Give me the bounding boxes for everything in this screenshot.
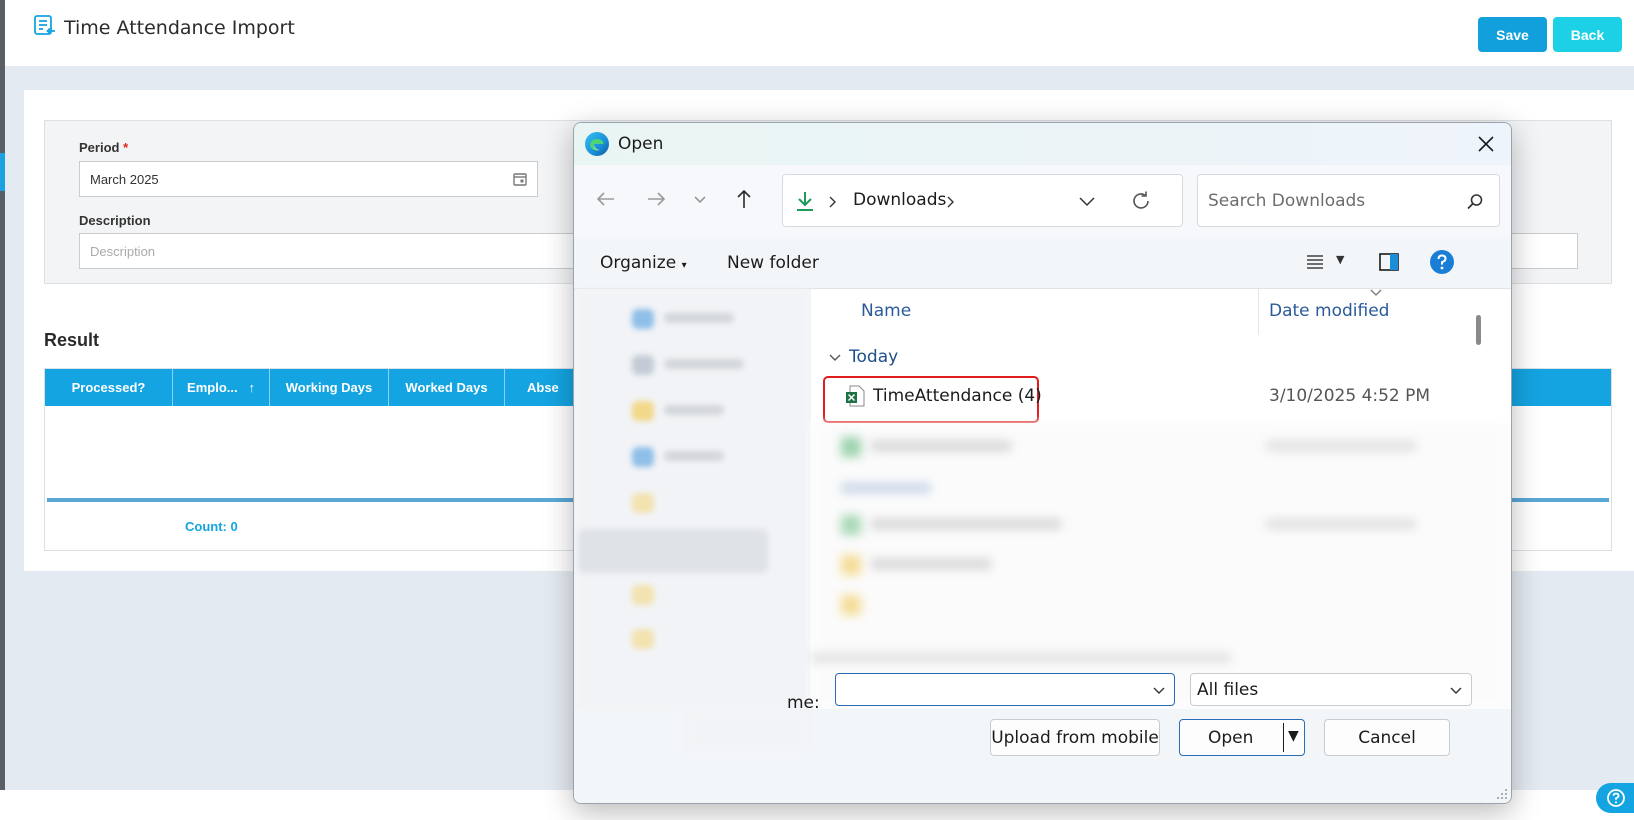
command-bar: Organize ▾ New folder ▼: [574, 237, 1511, 289]
file-type-select[interactable]: All files: [1190, 673, 1472, 706]
file-type-value: All files: [1197, 680, 1259, 700]
back-button[interactable]: Back: [1553, 17, 1622, 52]
name-column-header[interactable]: Name: [861, 301, 911, 321]
page-header: Time Attendance Import Save Back: [5, 0, 1634, 66]
edge-browser-icon: [585, 132, 609, 156]
upload-from-mobile-button[interactable]: Upload from mobile: [990, 719, 1160, 756]
open-dropdown-icon[interactable]: ▼: [1288, 728, 1299, 744]
column-employee-label: Emplo...: [187, 380, 238, 395]
import-list-icon: [34, 15, 55, 35]
page-title: Time Attendance Import: [64, 17, 295, 39]
download-folder-icon: [797, 192, 813, 211]
navigation-pane: [574, 289, 809, 709]
period-value: March 2025: [90, 171, 159, 187]
organize-label: Organize: [600, 253, 677, 273]
preview-pane-icon[interactable]: [1378, 251, 1400, 273]
group-today-label: Today: [849, 347, 899, 367]
file-name-input[interactable]: [835, 673, 1175, 706]
period-label: Period *: [79, 140, 129, 155]
file-date: 3/10/2025 4:52 PM: [1269, 386, 1431, 406]
column-working-days[interactable]: Working Days: [270, 369, 389, 406]
date-modified-column-header[interactable]: Date modified: [1269, 301, 1389, 321]
help-icon: [1607, 789, 1625, 807]
view-list-icon[interactable]: [1305, 252, 1325, 272]
back-arrow-icon[interactable]: [594, 187, 618, 211]
file-name-dropdown-icon[interactable]: [1152, 683, 1166, 697]
left-sidebar-edge: [0, 0, 5, 790]
file-name[interactable]: TimeAttendance (4): [873, 386, 1042, 406]
vertical-scrollbar-thumb[interactable]: [1476, 315, 1481, 345]
address-bar[interactable]: Downloads: [782, 174, 1183, 227]
sort-chevron-icon: [1370, 289, 1382, 296]
search-box[interactable]: Search Downloads: [1197, 174, 1500, 227]
excel-file-icon: [846, 385, 865, 407]
organize-dropdown-icon: ▾: [681, 260, 687, 271]
description-label: Description: [79, 213, 151, 228]
refresh-icon[interactable]: [1129, 189, 1153, 213]
column-employee[interactable]: Emplo... ↑: [173, 369, 270, 406]
up-arrow-icon[interactable]: [732, 187, 756, 211]
address-history-chevron-icon[interactable]: [1077, 191, 1097, 211]
dialog-titlebar: Open: [574, 123, 1511, 165]
group-collapse-chevron-icon[interactable]: [827, 349, 843, 365]
resize-grip-icon[interactable]: [1496, 788, 1508, 800]
open-file-dialog: Open Downloads Search Downloads Organize…: [573, 122, 1512, 804]
help-icon[interactable]: [1429, 249, 1455, 275]
blurred-file-rows: [811, 423, 1511, 709]
address-location[interactable]: Downloads: [853, 190, 946, 210]
search-icon[interactable]: [1465, 192, 1485, 212]
file-type-dropdown-icon[interactable]: [1449, 683, 1463, 697]
forward-arrow-icon[interactable]: [644, 187, 668, 211]
description-placeholder: Description: [90, 243, 156, 259]
open-button-divider: [1283, 723, 1284, 752]
result-title: Result: [44, 330, 100, 350]
sort-arrow-icon: ↑: [248, 380, 255, 395]
period-field[interactable]: March 2025: [79, 161, 538, 197]
view-dropdown-icon[interactable]: ▼: [1336, 253, 1344, 266]
open-label: Open: [1208, 727, 1254, 748]
dialog-title: Open: [618, 134, 664, 154]
column-worked-days[interactable]: Worked Days: [389, 369, 505, 406]
organize-menu[interactable]: Organize ▾: [600, 253, 687, 273]
file-name-label: me:: [787, 693, 820, 713]
column-separator: [1258, 289, 1259, 335]
open-button[interactable]: Open ▼: [1179, 719, 1305, 756]
column-processed[interactable]: Processed?: [45, 369, 173, 406]
breadcrumb-chevron-icon: [829, 196, 836, 208]
search-placeholder: Search Downloads: [1208, 191, 1366, 211]
new-folder-button[interactable]: New folder: [727, 253, 819, 273]
help-button[interactable]: [1596, 783, 1634, 813]
breadcrumb-chevron-icon[interactable]: [945, 195, 955, 209]
calendar-icon[interactable]: [513, 172, 527, 186]
save-button[interactable]: Save: [1478, 17, 1547, 52]
row-count: Count: 0: [185, 519, 238, 534]
recent-locations-chevron-icon[interactable]: [688, 187, 712, 211]
sidebar-active-marker: [0, 153, 5, 191]
file-list: Name Date modified Today TimeAttendance …: [811, 289, 1511, 709]
cancel-button[interactable]: Cancel: [1324, 719, 1450, 756]
close-icon[interactable]: [1473, 131, 1499, 157]
